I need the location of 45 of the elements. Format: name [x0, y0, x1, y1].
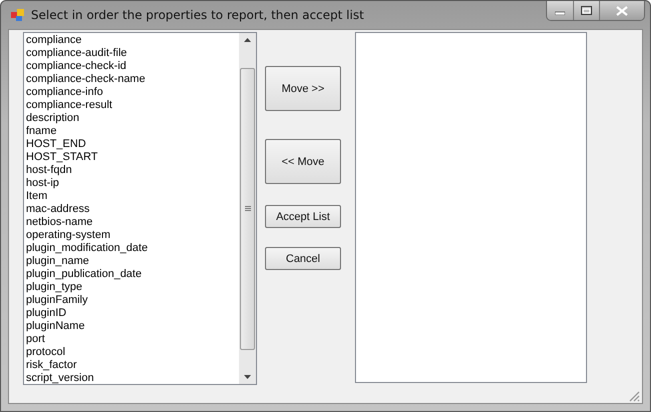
- list-item[interactable]: HOST_END: [26, 138, 239, 151]
- maximize-icon: [581, 6, 592, 15]
- dialog-button[interactable]: Move >>: [265, 66, 341, 111]
- list-item[interactable]: host-ip: [26, 177, 239, 190]
- close-button[interactable]: [599, 1, 644, 20]
- dialog-button[interactable]: Cancel: [265, 247, 341, 270]
- list-item[interactable]: plugin_modification_date: [26, 242, 239, 255]
- app-icon: [11, 8, 25, 22]
- list-item[interactable]: description: [26, 112, 239, 125]
- list-item[interactable]: pluginFamily: [26, 294, 239, 307]
- list-item[interactable]: netbios-name: [26, 216, 239, 229]
- list-item[interactable]: plugin_type: [26, 281, 239, 294]
- list-item[interactable]: host-fqdn: [26, 164, 239, 177]
- list-item[interactable]: compliance-audit-file: [26, 47, 239, 60]
- dialog-button[interactable]: Accept List: [265, 205, 341, 228]
- list-item[interactable]: compliance-result: [26, 99, 239, 112]
- list-item[interactable]: risk_factor: [26, 359, 239, 372]
- resize-grip-icon[interactable]: [628, 390, 640, 402]
- list-item[interactable]: compliance: [26, 34, 239, 47]
- list-item[interactable]: operating-system: [26, 229, 239, 242]
- dialog-button[interactable]: << Move: [265, 139, 341, 184]
- list-item[interactable]: plugin_publication_date: [26, 268, 239, 281]
- scroll-thumb[interactable]: [240, 68, 255, 350]
- list-item[interactable]: port: [26, 333, 239, 346]
- window-title: Select in order the properties to report, then accept list: [31, 8, 364, 22]
- list-item[interactable]: fname: [26, 125, 239, 138]
- list-item[interactable]: protocol: [26, 346, 239, 359]
- scrollbar[interactable]: [239, 33, 256, 384]
- list-item[interactable]: Item: [26, 190, 239, 203]
- list-item[interactable]: plugin_name: [26, 255, 239, 268]
- scroll-up-icon[interactable]: [244, 38, 251, 42]
- scroll-down-icon[interactable]: [244, 375, 251, 379]
- grip-icon: [244, 206, 250, 212]
- list-item[interactable]: compliance-check-id: [26, 60, 239, 73]
- list-item[interactable]: HOST_START: [26, 151, 239, 164]
- list-item[interactable]: pluginName: [26, 320, 239, 333]
- minimize-button[interactable]: [547, 1, 573, 20]
- list-item[interactable]: compliance-info: [26, 86, 239, 99]
- list-item[interactable]: compliance-check-name: [26, 73, 239, 86]
- list-item[interactable]: pluginID: [26, 307, 239, 320]
- properties-listbox[interactable]: [23, 32, 257, 385]
- list-item[interactable]: script_version: [26, 372, 239, 384]
- maximize-button[interactable]: [573, 1, 599, 20]
- list-item[interactable]: mac-address: [26, 203, 239, 216]
- close-icon: [616, 6, 628, 16]
